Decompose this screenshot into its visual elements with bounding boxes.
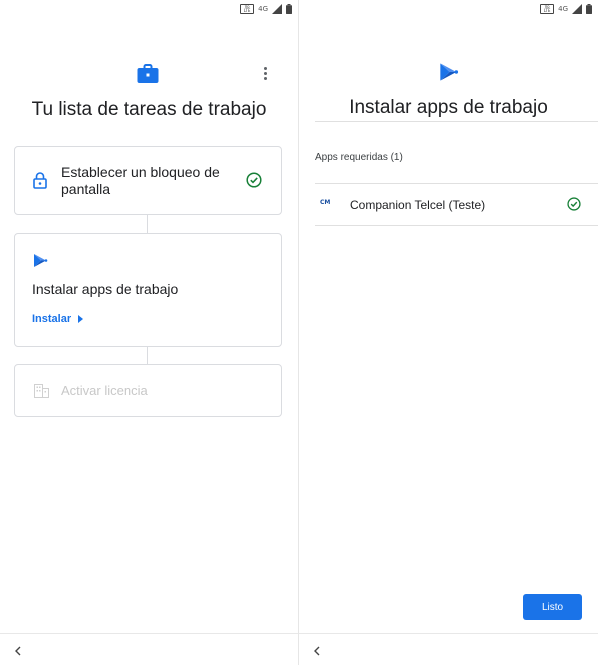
step-connector	[147, 215, 148, 233]
briefcase-icon	[137, 64, 159, 83]
play-icon	[34, 254, 48, 267]
more-vert-icon	[263, 66, 267, 70]
divider	[315, 225, 598, 226]
page-title: Tu lista de tareas de trabajo	[31, 99, 267, 120]
navigation-bar	[299, 633, 598, 665]
check-circle-icon	[246, 172, 262, 188]
chevron-left-icon[interactable]	[313, 646, 321, 656]
navigation-bar	[0, 633, 298, 665]
lock-icon	[33, 172, 47, 189]
step-install-apps[interactable]: Instalar apps de trabajo Instalar	[14, 233, 282, 347]
volte-indicator: Vo LTE	[240, 4, 255, 14]
divider	[315, 121, 598, 122]
install-apps-screen: Vo LTE 4G Instalar apps de trabajo Apps r…	[299, 0, 598, 665]
step-label: Instalar apps de trabajo	[32, 281, 179, 297]
done-button[interactable]: Listo	[523, 594, 582, 620]
step-activate-license: Activar licencia	[14, 364, 282, 417]
app-logo: CM	[320, 199, 331, 206]
status-bar: Vo LTE 4G	[240, 0, 292, 18]
building-icon	[34, 384, 49, 398]
step-label: Activar licencia	[61, 383, 148, 398]
chevron-left-icon[interactable]	[14, 646, 22, 656]
step-screen-lock[interactable]: Establecer un bloqueo de pantalla	[14, 146, 282, 215]
network-type: 4G	[558, 4, 568, 13]
signal-icon	[572, 4, 582, 14]
divider	[315, 183, 598, 184]
network-type: 4G	[258, 4, 268, 13]
section-label: Apps requeridas (1)	[315, 152, 403, 163]
more-options-button[interactable]	[259, 64, 271, 82]
step-label: Establecer un bloqueo de pantalla	[61, 164, 220, 197]
work-checklist-screen: Vo LTE 4G Tu lista de tareas de trabajo E…	[0, 0, 298, 665]
battery-icon	[286, 4, 292, 14]
status-bar: Vo LTE 4G	[540, 0, 592, 18]
check-circle-icon	[567, 197, 581, 211]
arrow-right-icon	[78, 315, 84, 323]
signal-icon	[272, 4, 282, 14]
battery-icon	[586, 4, 592, 14]
step-connector	[147, 347, 148, 364]
install-link-label: Instalar	[32, 313, 72, 325]
install-link[interactable]: Instalar	[32, 313, 84, 325]
volte-indicator: Vo LTE	[540, 4, 555, 14]
play-icon	[440, 63, 459, 81]
page-title: Instalar apps de trabajo	[349, 97, 548, 118]
app-name: Companion Telcel (Teste)	[350, 198, 486, 212]
